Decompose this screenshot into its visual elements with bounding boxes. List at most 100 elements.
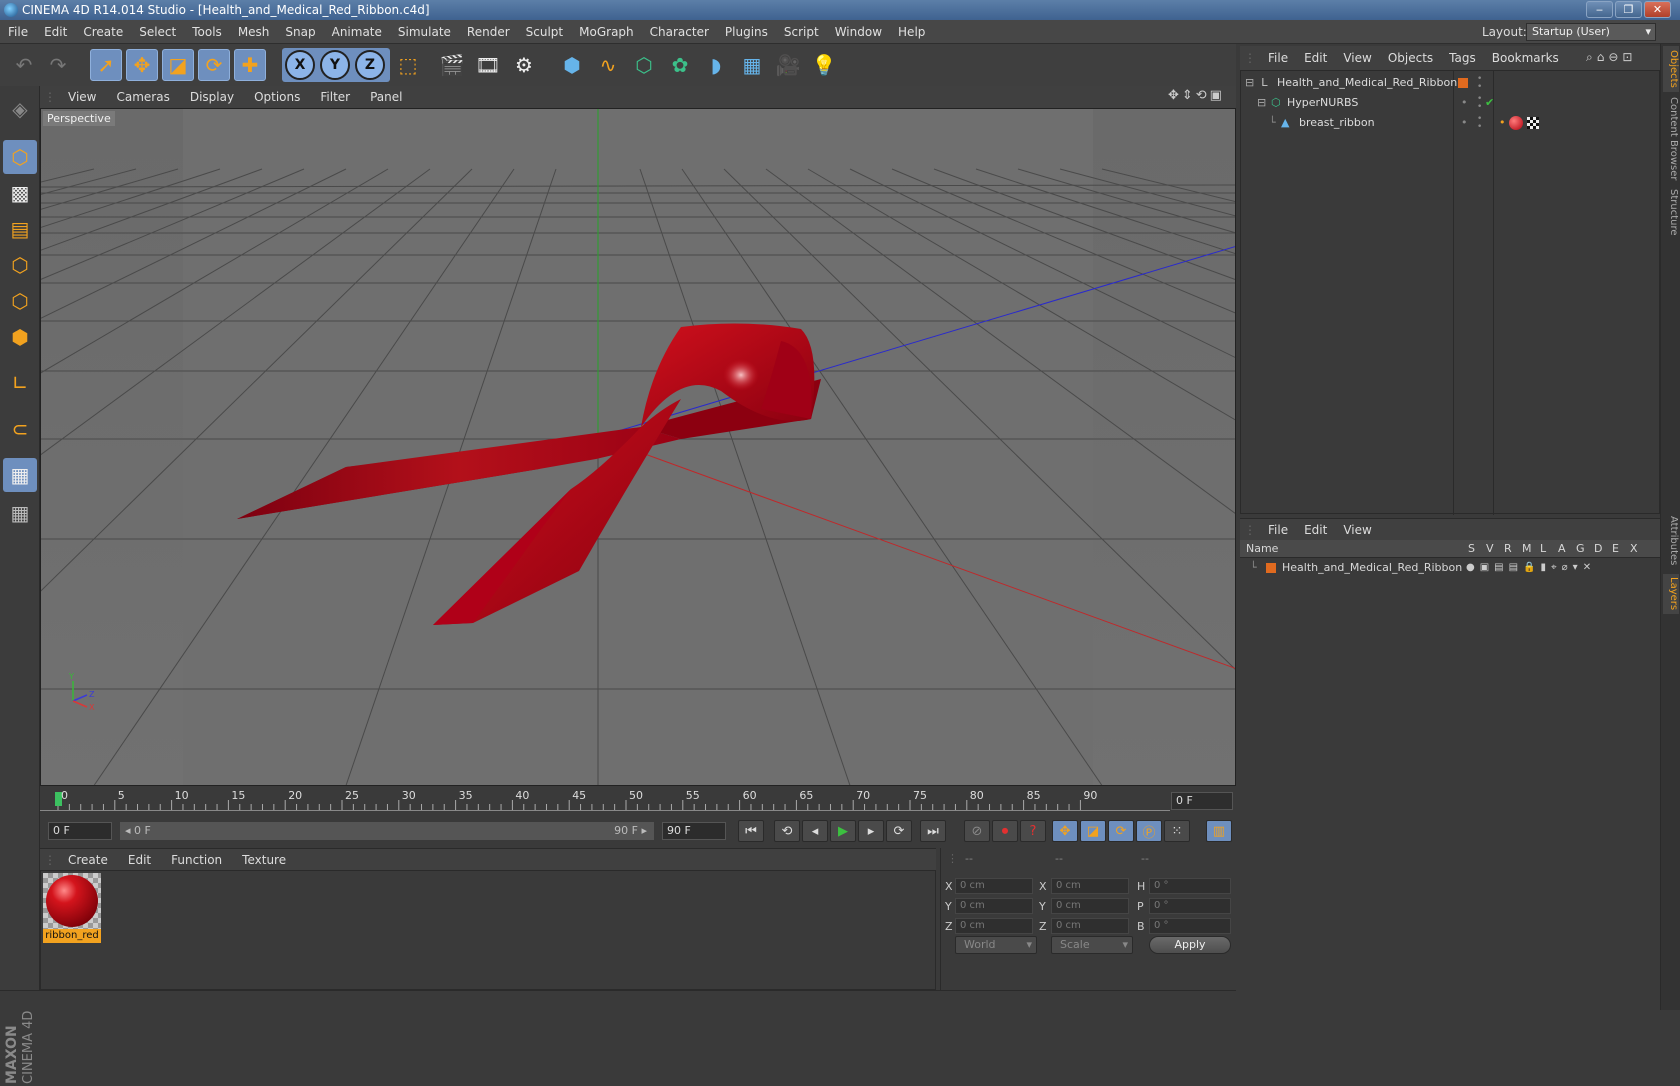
menu-sculpt[interactable]: Sculpt	[518, 20, 571, 44]
object-menu-objects[interactable]: Objects	[1380, 46, 1441, 70]
current-frame-field[interactable]: 0 F	[1171, 792, 1233, 810]
workplane-lock-icon[interactable]: ▦	[3, 458, 37, 492]
axis-mode-icon[interactable]: ∟	[3, 366, 37, 400]
render-settings-icon[interactable]: ⚙	[508, 49, 540, 81]
coordinate-system-icon[interactable]: ⬚	[392, 49, 424, 81]
make-editable-icon[interactable]: ◈	[3, 92, 37, 126]
menu-select[interactable]: Select	[131, 20, 184, 44]
next-frame-icon[interactable]: ▸	[858, 820, 884, 842]
points-mode-icon[interactable]: ⬡	[3, 248, 37, 282]
material-name-label[interactable]: ribbon_red	[43, 929, 101, 943]
autokeying-icon[interactable]: ⏺	[992, 820, 1018, 842]
timeline-window-icon[interactable]: ▥	[1206, 820, 1232, 842]
key-rotation-icon[interactable]: ⟳	[1108, 820, 1134, 842]
object-name[interactable]: breast_ribbon	[1299, 113, 1375, 133]
menu-simulate[interactable]: Simulate	[390, 20, 459, 44]
object-row[interactable]: └ ▲ breast_ribbon • • • •	[1241, 113, 1661, 133]
layer-flag-icons[interactable]: ●▣▤▤🔒▮⌖⌀▾✕	[1466, 558, 1596, 578]
move-tool-icon[interactable]: ✥	[126, 49, 158, 81]
visibility-dots-icon[interactable]: • •	[1477, 115, 1482, 132]
menu-animate[interactable]: Animate	[324, 20, 390, 44]
visibility-dots-icon[interactable]: • •	[1477, 95, 1482, 112]
scale-tool-icon[interactable]: ◪	[162, 49, 194, 81]
workplane-align-icon[interactable]: ▦	[3, 496, 37, 530]
tab-attributes[interactable]: Attributes	[1663, 514, 1679, 568]
undo-icon[interactable]: ↶	[8, 49, 40, 81]
menu-character[interactable]: Character	[642, 20, 717, 44]
object-menu-edit[interactable]: Edit	[1296, 46, 1335, 70]
perspective-viewport[interactable]: Y Z X Perspective	[40, 108, 1236, 786]
menu-create[interactable]: Create	[75, 20, 131, 44]
material-tag-icon[interactable]	[1509, 116, 1523, 130]
rot-b-field[interactable]: 0 °	[1149, 918, 1231, 934]
polygons-mode-icon[interactable]: ⬢	[3, 320, 37, 354]
rot-p-field[interactable]: 0 °	[1149, 898, 1231, 914]
layer-color-swatch[interactable]	[1266, 563, 1276, 573]
last-tool-icon[interactable]: ✚	[234, 49, 266, 81]
material-menu-texture[interactable]: Texture	[232, 849, 296, 871]
rotate-tool-icon[interactable]: ⟳	[198, 49, 230, 81]
transform-mode-dropdown[interactable]: Scale ▾	[1051, 936, 1133, 954]
minimize-button[interactable]: ‒	[1586, 1, 1613, 18]
viewport-menu-view[interactable]: View	[58, 86, 106, 108]
previous-frame-icon[interactable]: ◂	[802, 820, 828, 842]
keyframe-selection-icon[interactable]: ?	[1020, 820, 1046, 842]
subdivision-surface-icon[interactable]: ⬡	[628, 49, 660, 81]
viewport-menu-display[interactable]: Display	[180, 86, 244, 108]
pos-y-field[interactable]: 0 cm	[955, 898, 1033, 914]
spline-pen-icon[interactable]: ∿	[592, 49, 624, 81]
render-picture-viewer-icon[interactable]: 🎞	[472, 49, 504, 81]
column-g[interactable]: G	[1576, 540, 1585, 558]
end-frame-field[interactable]: 90 F	[662, 822, 726, 840]
pos-x-field[interactable]: 0 cm	[955, 878, 1033, 894]
camera-icon[interactable]: 🎥	[772, 49, 804, 81]
tab-content-browser[interactable]: Content Browser	[1663, 96, 1679, 182]
start-frame-field[interactable]: 0 F	[48, 822, 112, 840]
size-x-field[interactable]: 0 cm	[1051, 878, 1129, 894]
key-parameter-icon[interactable]: Ⓟ	[1136, 820, 1162, 842]
render-view-icon[interactable]: 🎬	[436, 49, 468, 81]
go-to-end-icon[interactable]: ⏭	[920, 820, 946, 842]
rot-h-field[interactable]: 0 °	[1149, 878, 1231, 894]
column-l[interactable]: L	[1540, 540, 1546, 558]
column-d[interactable]: D	[1594, 540, 1602, 558]
redo-icon[interactable]: ↷	[42, 49, 74, 81]
object-name[interactable]: Health_and_Medical_Red_Ribbon	[1277, 73, 1457, 93]
search-icon[interactable]: ⌕⌂⊖⊡	[1586, 50, 1636, 65]
cube-primitive-icon[interactable]: ⬢	[556, 49, 588, 81]
x-axis-lock-icon[interactable]: X	[285, 50, 315, 80]
layer-menu-edit[interactable]: Edit	[1296, 519, 1335, 541]
menu-plugins[interactable]: Plugins	[717, 20, 776, 44]
material-menu-edit[interactable]: Edit	[118, 849, 161, 871]
play-icon[interactable]: ▶	[830, 820, 856, 842]
layer-row[interactable]: └ Health_and_Medical_Red_Ribbon ●▣▤▤🔒▮⌖⌀…	[1240, 558, 1660, 578]
object-row[interactable]: ⊟ ⬡ HyperNURBS • • • ✔	[1241, 93, 1661, 113]
collapse-icon[interactable]: ⊟	[1257, 93, 1266, 113]
layer-menu-file[interactable]: File	[1260, 519, 1296, 541]
tab-structure[interactable]: Structure	[1663, 186, 1679, 238]
column-e[interactable]: E	[1612, 540, 1619, 558]
menu-mesh[interactable]: Mesh	[230, 20, 278, 44]
object-row[interactable]: ⊟ Ｌ Health_and_Medical_Red_Ribbon • •	[1241, 73, 1661, 93]
layer-name[interactable]: Health_and_Medical_Red_Ribbon	[1282, 558, 1462, 578]
object-menu-bookmarks[interactable]: Bookmarks	[1484, 46, 1567, 70]
menu-file[interactable]: File	[0, 20, 36, 44]
size-y-field[interactable]: 0 cm	[1051, 898, 1129, 914]
next-key-icon[interactable]: ⟳	[886, 820, 912, 842]
column-v[interactable]: V	[1486, 540, 1494, 558]
menu-window[interactable]: Window	[827, 20, 890, 44]
tab-layers[interactable]: Layers	[1663, 574, 1679, 614]
z-axis-lock-icon[interactable]: Z	[355, 50, 385, 80]
object-name[interactable]: HyperNURBS	[1287, 93, 1358, 113]
viewport-menu-panel[interactable]: Panel	[360, 86, 412, 108]
column-m[interactable]: M	[1522, 540, 1532, 558]
go-to-start-icon[interactable]: ⏮	[738, 820, 764, 842]
key-position-icon[interactable]: ✥	[1052, 820, 1078, 842]
floor-environment-icon[interactable]: ▦	[736, 49, 768, 81]
column-a[interactable]: A	[1558, 540, 1566, 558]
viewport-menu-filter[interactable]: Filter	[310, 86, 360, 108]
light-icon[interactable]: 💡	[808, 49, 840, 81]
viewport-navigation-icons[interactable]: ✥⇕⟲▣	[1168, 88, 1225, 103]
layer-menu-view[interactable]: View	[1335, 519, 1379, 541]
object-menu-tags[interactable]: Tags	[1441, 46, 1484, 70]
